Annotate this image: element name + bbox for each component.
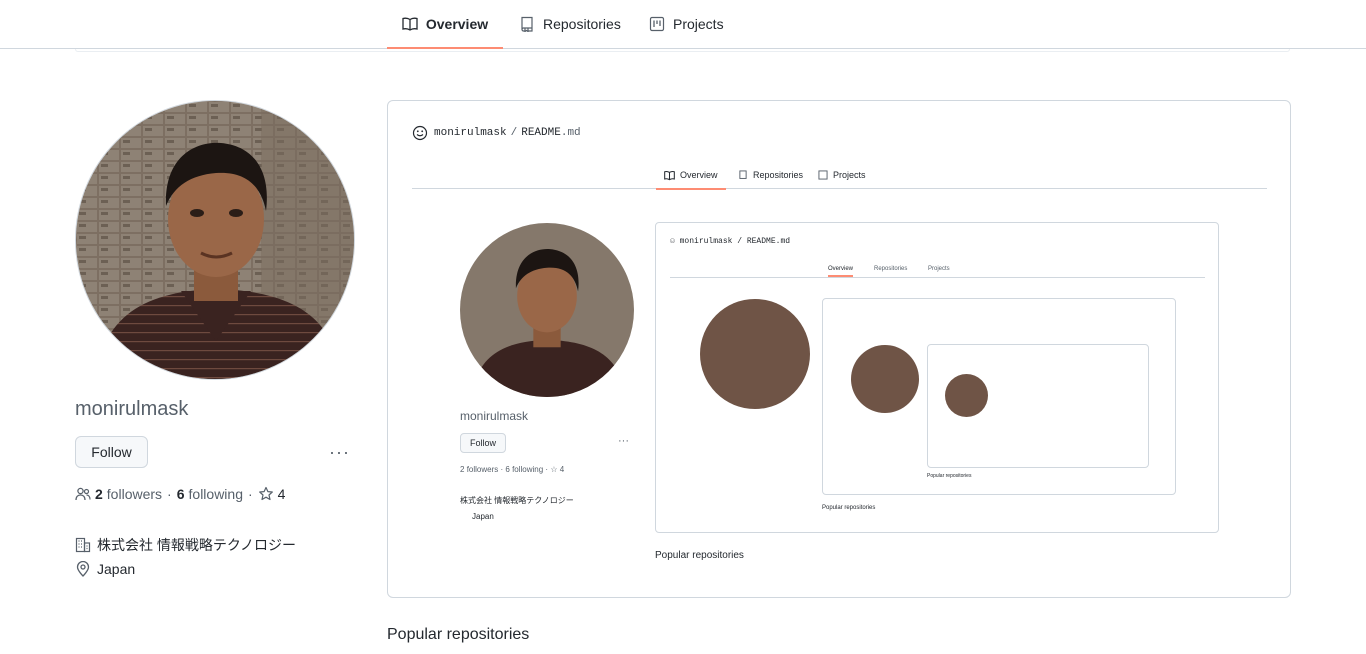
project-icon [818,170,828,180]
embedded-tab-projects-2: Projects [928,266,950,272]
follow-stats: 2 followers · 6 following · 4 [75,486,289,502]
embedded-popular-repositories: Popular repositories [655,550,744,561]
avatar-photo [76,101,354,379]
embedded-tab-repositories-label: Repositories [753,170,804,180]
tab-projects-label: Projects [673,16,724,32]
tab-repositories-label: Repositories [543,16,621,32]
embedded-readme-box: ☺ monirulmask / README.md Overview Repos… [655,222,1219,533]
profile-tab-nav: Overview Repositories Projects [0,0,1366,49]
embedded-popular-3: Popular repositories [927,473,972,479]
embedded-readme-box-2: Popular repositories [822,298,1176,495]
embedded-popular-2: Popular repositories [822,505,876,511]
embedded-readme-header: ☺ monirulmask / README.md [670,237,791,246]
followers-link[interactable]: 2 followers [95,486,162,502]
embedded-readme-box-3 [927,344,1149,468]
embedded-tab-overview-label: Overview [680,170,718,180]
following-link[interactable]: 6 following [177,486,243,502]
book-icon [402,17,418,31]
stars-count: 4 [277,486,286,502]
tab-overview-label: Overview [425,16,489,32]
star-icon [258,486,273,501]
header-divider [75,49,1290,52]
more-options-icon[interactable]: ··· [329,443,350,461]
smiley-icon [412,125,428,141]
location-icon [76,561,90,577]
embedded-tab-overview: Overview [656,161,726,190]
organization-name: 株式会社 情報戦略テクノロジー [97,537,297,553]
profile-organization: 株式会社 情報戦略テクノロジー [75,535,296,555]
organization-icon [75,537,91,553]
embedded-more-icon: ··· [618,435,629,447]
repo-icon [521,16,533,32]
tab-repositories[interactable]: Repositories [519,0,621,48]
popular-repositories-heading: Popular repositories [387,626,530,643]
followers-count: 2 [95,486,103,502]
avatar[interactable] [75,100,355,380]
embedded-avatar [460,223,634,397]
path-separator: / [510,127,518,139]
project-icon [649,16,665,32]
readme-file-name: README [521,127,561,139]
readme-owner-link[interactable]: monirulmask [434,127,507,139]
readme-header: monirulmask / README.md [412,125,581,141]
embedded-divider [670,277,1205,278]
embedded-username: monirulmask [460,409,529,423]
separator-dot: · [167,486,172,502]
embedded-tab-overview-2: Overview [828,266,854,277]
embedded-avatar-4 [945,374,988,417]
follow-button[interactable]: Follow [75,436,148,468]
profile-readme: monirulmask / README.md Overview Reposit… [387,100,1291,598]
embedded-organization: 株式会社 情報戦略テクノロジー [460,496,574,505]
people-icon [75,487,91,501]
embedded-avatar-2 [700,299,810,409]
readme-file-ext: .md [560,127,581,139]
embedded-tab-projects-label: Projects [833,170,866,180]
following-count: 6 [176,486,185,502]
separator-dot: · [248,486,253,502]
readme-file-link[interactable]: README.md [521,127,580,139]
embedded-tab-nav: Overview Repositories Projects [412,161,1267,190]
followers-label: followers [106,486,163,502]
embedded-tab-projects: Projects [818,161,866,189]
book-icon [664,170,675,180]
location-name: Japan [97,561,136,577]
following-label: following [188,486,243,502]
tab-overview[interactable]: Overview [387,0,503,49]
embedded-tab-repositories-2: Repositories [874,266,908,272]
embedded-follow-button: Follow [460,433,507,453]
repo-icon [739,170,747,179]
tab-projects[interactable]: Projects [649,0,724,48]
embedded-tab-repositories: Repositories [738,161,803,189]
profile-location: Japan [75,561,135,577]
embedded-avatar-3 [851,345,919,413]
embedded-location: Japan [472,512,494,521]
stars-link[interactable]: 4 [258,486,290,502]
embedded-follow-stats: 2 followers · 6 following · ☆ 4 [460,465,565,474]
profile-username: monirulmask [75,398,189,420]
